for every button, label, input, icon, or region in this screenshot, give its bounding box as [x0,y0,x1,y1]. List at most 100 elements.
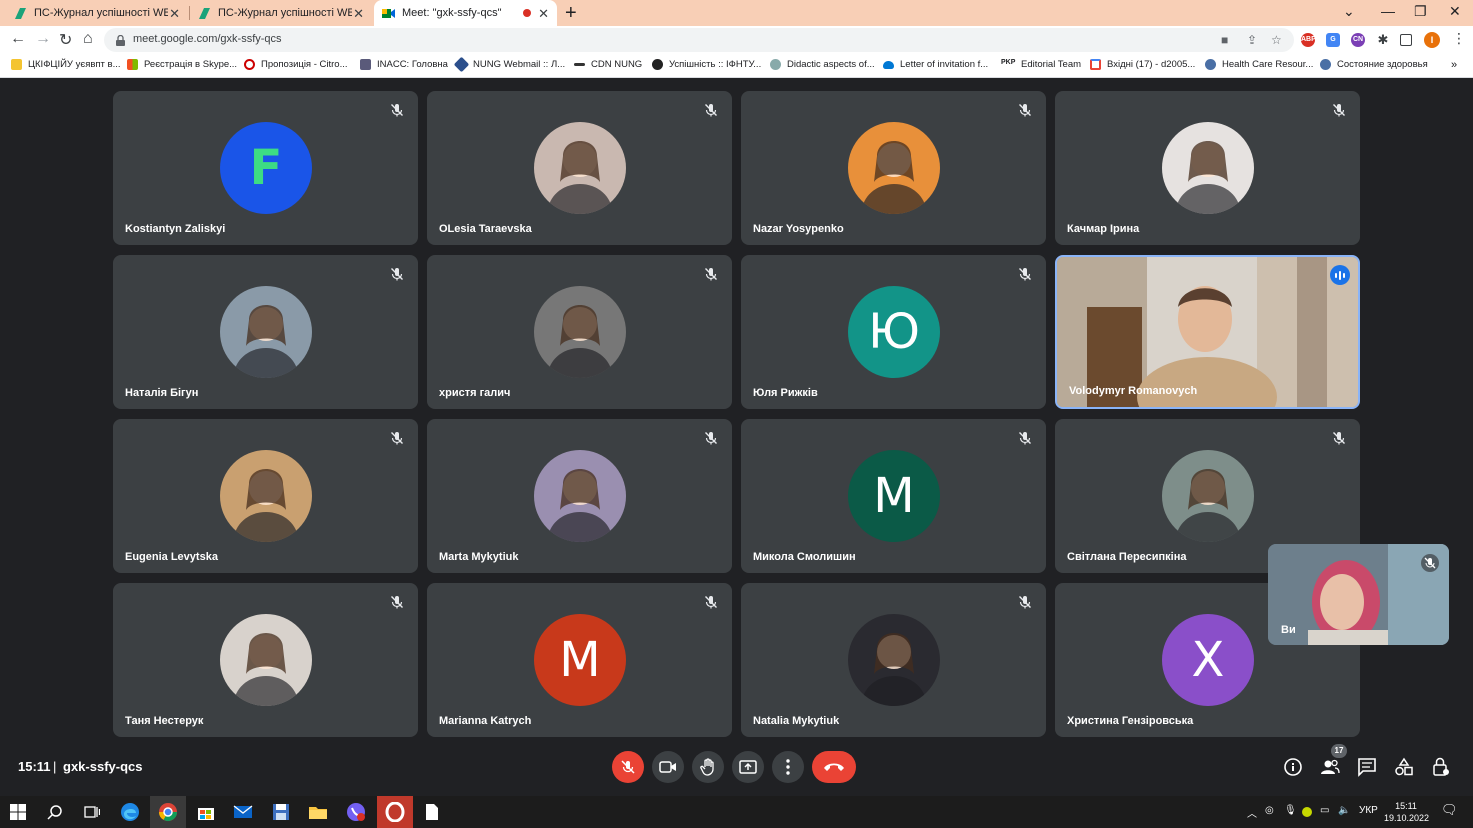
participant-tile[interactable]: Наталія Бігун [113,255,418,409]
mic-off-icon [703,430,719,446]
edge-icon[interactable] [120,802,140,822]
profile-photo [234,305,298,378]
profile-avatar-icon[interactable]: I [1424,32,1440,48]
tray-app-icon[interactable]: ◎ [1265,805,1274,816]
tab-search-icon[interactable]: ⌄ [1343,3,1355,20]
store-icon[interactable] [196,802,216,822]
folder-icon [11,59,22,70]
new-tab-icon[interactable]: + [565,2,577,25]
bookmark-item[interactable]: INACC: Головна [360,59,448,70]
participant-tile[interactable]: Качмар Ірина [1055,91,1360,245]
host-controls-button[interactable] [1431,757,1451,777]
participant-tile[interactable]: Natalia Mykytiuk [741,583,1046,737]
bookmark-item[interactable]: Didactic aspects of... [770,59,875,70]
minimize-icon[interactable]: — [1381,3,1395,19]
bookmark-item[interactable]: Вхідні (17) - d2005... [1090,59,1195,70]
close-window-icon[interactable]: ✕ [1449,3,1461,20]
bookmark-item[interactable]: Пропозиція - Citro... [244,59,348,70]
tray-overflow-icon[interactable]: ︿ [1247,805,1257,820]
address-bar[interactable]: meet.google.com/gxk-ssfy-qcs ■ ⇪ ☆ [104,28,1294,52]
back-icon[interactable]: ← [10,30,26,48]
notifications-icon[interactable]: 🗨 [1441,802,1458,818]
participant-tile[interactable]: Marta Mykytiuk [427,419,732,573]
browser-tab-3[interactable]: Meet: "gxk-ssfy-qcs" ✕ [374,0,557,26]
bookmark-star-icon[interactable]: ☆ [1271,33,1282,47]
browser-tab-1[interactable]: ПС-Журнал успішності WEB v.3.0 ✕ [6,0,188,26]
participant-tile[interactable]: христя галич [427,255,732,409]
mic-off-icon [389,594,405,610]
task-view-icon[interactable] [82,802,102,822]
side-panel-icon[interactable] [1400,34,1412,46]
save-disk-icon[interactable] [271,802,291,822]
windows-taskbar: ︿ ◎ 🎙 ▭ 🔈 УКР 15:11 19.10.2022 🗨 [0,796,1473,828]
browser-tab-2[interactable]: ПС-Журнал успішності WEB v.3.0 ✕ [190,0,372,26]
viber-icon[interactable] [346,802,366,822]
puzzle-extensions-icon[interactable]: ✱ [1376,33,1390,47]
participant-tile[interactable]: Eugenia Levytska [113,419,418,573]
more-bookmarks-icon[interactable]: » [1451,59,1457,71]
file-explorer-icon[interactable] [308,802,328,822]
bookmark-item[interactable]: Letter of invitation f... [883,59,988,70]
self-view-tile[interactable]: Ви [1268,544,1449,645]
chat-button[interactable] [1357,757,1377,777]
camera-in-use-icon[interactable]: ■ [1221,33,1228,47]
raise-hand-button[interactable] [692,751,724,783]
participant-tile[interactable]: OLesia Taraevska [427,91,732,245]
close-tab-icon[interactable]: ✕ [353,6,364,22]
tray-mic-icon[interactable]: 🎙 [1284,805,1297,816]
network-icon[interactable]: ▭ [1320,805,1329,816]
site-icon [360,59,371,70]
search-icon[interactable] [45,802,65,822]
participant-avatar: Ю [848,286,940,378]
share-icon[interactable]: ⇪ [1247,33,1257,47]
document-icon[interactable] [422,802,442,822]
restore-icon[interactable]: ❐ [1414,3,1427,20]
system-clock[interactable]: 15:11 19.10.2022 [1384,800,1429,824]
participant-tile[interactable]: Volodymyr Romanovych [1055,255,1360,409]
extension-icon[interactable]: CN [1351,33,1365,47]
participant-tile[interactable]: F Kostiantyn Zaliskyi [113,91,418,245]
home-icon[interactable]: ⌂ [83,30,93,48]
profile-photo [548,141,612,214]
bookmark-item[interactable]: Health Care Resour... [1205,59,1313,70]
bookmark-item[interactable]: ЦКІФЦІЙУ уєявпт в... [11,59,120,70]
participant-tile[interactable]: M Микола Смолишин [741,419,1046,573]
participant-tile[interactable]: Nazar Yosypenko [741,91,1046,245]
bookmark-item[interactable]: PKP Editorial Team [1001,59,1081,70]
mic-off-icon [703,266,719,282]
mic-off-icon [1331,102,1347,118]
participant-tile[interactable]: Таня Нестерук [113,583,418,737]
more-vert-icon [786,759,790,775]
bookmark-item[interactable]: CDN NUNG [574,59,642,70]
more-options-button[interactable] [772,751,804,783]
reload-icon[interactable]: ↻ [59,30,72,50]
participant-name: Natalia Mykytiuk [753,715,840,727]
activities-button[interactable] [1394,757,1414,777]
mic-toggle-button[interactable] [612,751,644,783]
bookmark-item[interactable]: NUNG Webmail :: Л... [453,56,565,73]
volume-icon[interactable]: 🔈 [1338,805,1350,816]
camera-toggle-button[interactable] [652,751,684,783]
participant-tile[interactable]: M Marianna Katrych [427,583,732,737]
chrome-icon[interactable] [158,802,178,822]
language-indicator[interactable]: УКР [1359,805,1378,816]
meeting-details-button[interactable] [1283,757,1303,777]
participant-name: Таня Нестерук [125,715,204,727]
present-screen-button[interactable] [732,751,764,783]
close-tab-icon[interactable]: ✕ [169,6,180,22]
participant-tile[interactable]: Ю Юля Рижків [741,255,1046,409]
mail-icon[interactable] [233,802,253,822]
windows-start-icon[interactable] [8,802,28,822]
opera-icon[interactable] [385,802,405,822]
leave-call-button[interactable] [812,751,856,783]
adblock-extension-icon[interactable]: ABP [1301,33,1316,47]
bookmark-item[interactable]: Реєстрація в Skype... [127,59,237,70]
translate-extension-icon[interactable]: G [1326,33,1340,47]
people-button[interactable] [1320,757,1340,777]
tray-app-icon[interactable] [1302,807,1312,817]
bookmark-item[interactable]: Состояние здоровья [1320,59,1428,70]
forward-icon[interactable]: → [35,30,51,48]
menu-dots-icon[interactable]: ⋮ [1452,30,1466,47]
close-tab-icon[interactable]: ✕ [538,6,549,22]
bookmark-item[interactable]: Успішність :: ІФНТУ... [652,59,761,70]
